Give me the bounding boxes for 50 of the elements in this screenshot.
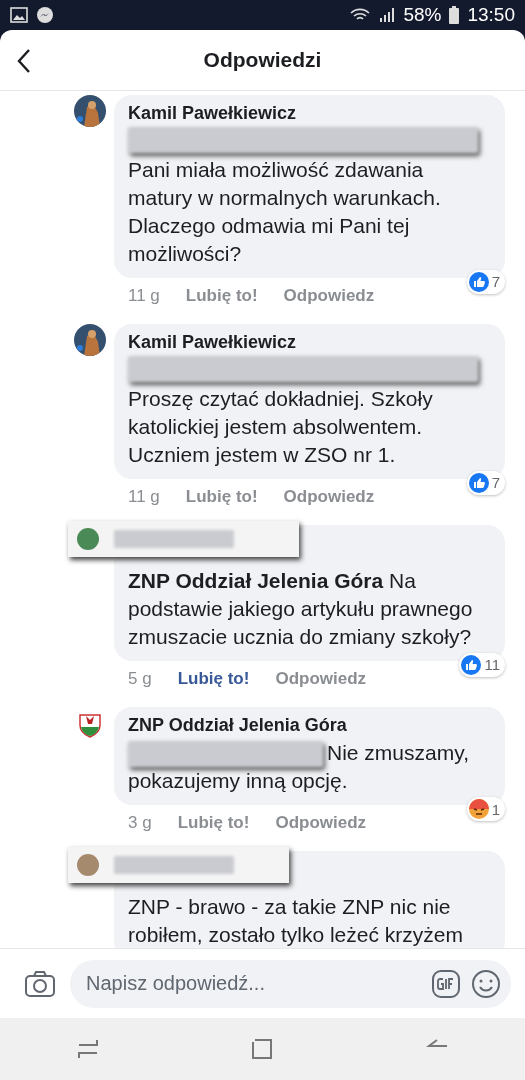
- reaction-badge[interactable]: 1: [466, 797, 505, 822]
- like-link[interactable]: Lubię to!: [185, 285, 258, 306]
- reaction-badge[interactable]: 7: [466, 269, 505, 294]
- battery-percent: 58%: [403, 4, 442, 26]
- like-link[interactable]: Lubię to!: [177, 668, 250, 689]
- reaction-count: 7: [491, 474, 500, 492]
- reaction-count: 1: [491, 800, 500, 818]
- reply-link[interactable]: Odpowiedz: [283, 486, 375, 507]
- angry-face-icon: [468, 799, 489, 820]
- comment-text: ZNP - brawo - za takie ZNP nic nie robiłem, zostało tylko leżeć krzyżem: [128, 894, 464, 948]
- avatar[interactable]: [74, 94, 106, 127]
- home-icon[interactable]: [251, 1038, 274, 1061]
- recent-apps-icon[interactable]: [75, 1038, 100, 1061]
- reaction-count: 11: [484, 656, 500, 674]
- back-icon[interactable]: [16, 48, 32, 74]
- reaction-badge[interactable]: 11: [459, 652, 505, 677]
- reaction-count: 7: [491, 273, 500, 291]
- timestamp: 5 g: [128, 668, 152, 689]
- comment-text: Nie zmuszamy, pokazujemy inną opcję.: [128, 739, 470, 795]
- reply-box[interactable]: Napisz odpowiedź...: [70, 959, 511, 1008]
- timestamp: 11 g: [128, 285, 160, 306]
- thumbs-up-icon: [468, 271, 489, 292]
- camera-icon[interactable]: [24, 969, 56, 998]
- clock: 13:50: [467, 4, 515, 26]
- gif-icon[interactable]: [431, 968, 461, 999]
- avatar[interactable]: [74, 323, 106, 356]
- avatar: [76, 526, 100, 551]
- author-name[interactable]: ZNP Oddział Jelenia Góra: [128, 714, 491, 736]
- comment-text: ZNP Oddział Jelenia Góra Na podstawie jakiego artykułu prawnego zmuszacie ucznia do zmiany szkoły?: [128, 567, 474, 650]
- like-link[interactable]: Lubię to!: [185, 486, 258, 507]
- reply-link[interactable]: Odpowiedz: [275, 813, 367, 834]
- thumbs-up-icon: [461, 654, 482, 675]
- comment-text: Pani miała możliwość zdawania matury w normalnych warunkach. Dlaczego odmawia mi Pani tej możliwości?: [128, 156, 442, 267]
- reaction-badge[interactable]: 7: [466, 470, 505, 495]
- thumbs-up-icon: [468, 472, 489, 493]
- emoji-icon[interactable]: [471, 968, 501, 999]
- avatar: [76, 853, 100, 878]
- comment-text: Proszę czytać dokładniej. Szkoły katolickiej jestem absolwentem. Uczniem jestem w ZSO nr 1.: [128, 385, 434, 468]
- author-name[interactable]: Kamil Pawełkiewicz: [128, 331, 491, 353]
- timestamp: 11 g: [128, 486, 160, 507]
- image-icon: [10, 7, 28, 23]
- reply-link[interactable]: Odpowiedz: [275, 668, 367, 689]
- page-title: Odpowiedzi: [203, 47, 322, 72]
- reply-link[interactable]: Odpowiedz: [283, 285, 375, 306]
- battery-icon: [449, 6, 460, 24]
- author-name[interactable]: Kamil Pawełkiewicz: [128, 102, 491, 124]
- messenger-icon: [36, 6, 54, 24]
- signal-icon: [379, 7, 396, 23]
- timestamp: 3 g: [128, 813, 152, 834]
- like-link[interactable]: Lubię to!: [177, 813, 250, 834]
